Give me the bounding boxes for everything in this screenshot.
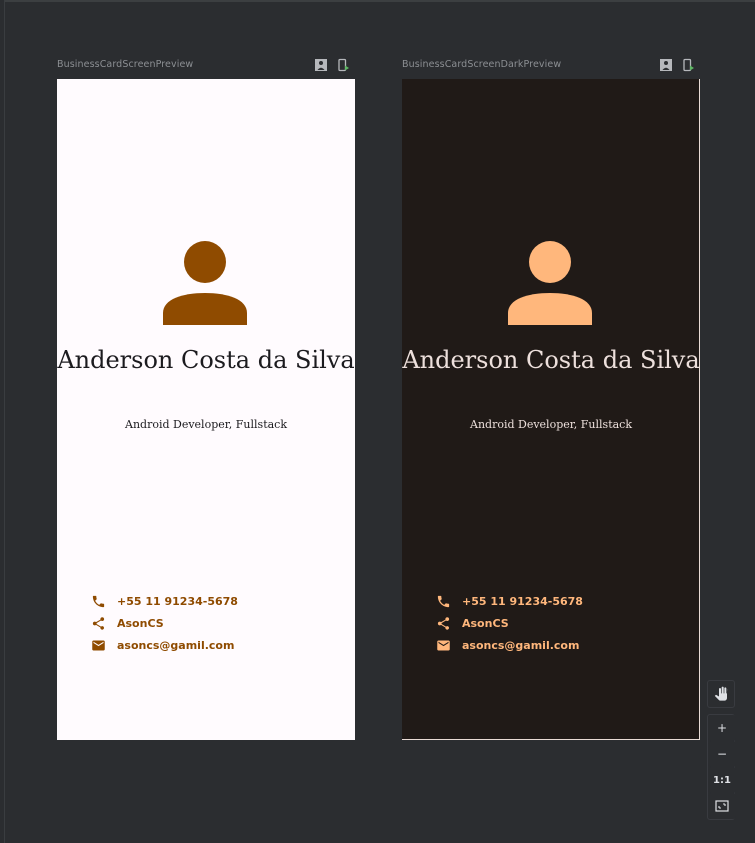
share-icon: [437, 616, 450, 630]
contact-share: AsonCS: [462, 616, 509, 630]
contact-email: asoncs@gamil.com: [117, 638, 235, 652]
zoom-controls: + − 1:1: [707, 714, 736, 820]
share-icon: [92, 616, 105, 630]
actual-size-button[interactable]: 1:1: [708, 767, 736, 793]
person-icon: [163, 241, 247, 325]
zoom-in-button[interactable]: +: [708, 715, 736, 741]
business-card-preview-light: Anderson Costa da Silva Android Develope…: [57, 79, 355, 740]
deploy-preview-icon[interactable]: [336, 58, 350, 72]
window-left-border: [0, 0, 5, 843]
contact-row-email: asoncs@gamil.com: [436, 634, 583, 656]
card-role: Android Developer, Fullstack: [125, 418, 287, 431]
email-icon: [92, 640, 105, 650]
preview-label-dark: BusinessCardScreenDarkPreview: [402, 59, 562, 70]
contact-phone: +55 11 91234-5678: [462, 594, 583, 608]
card-name: Anderson Costa da Silva: [57, 346, 355, 374]
contact-row-phone: +55 11 91234-5678: [91, 590, 238, 612]
phone-icon: [437, 595, 450, 607]
contact-share: AsonCS: [117, 616, 164, 630]
person-icon: [508, 241, 592, 325]
fit-screen-button[interactable]: [708, 793, 736, 819]
zoom-out-button[interactable]: −: [708, 741, 736, 767]
contact-phone: +55 11 91234-5678: [117, 594, 238, 608]
contact-row-share: AsonCS: [436, 612, 583, 634]
business-card-preview-dark: Anderson Costa da Silva Android Develope…: [402, 79, 700, 740]
pan-tool-button[interactable]: [707, 680, 735, 708]
animation-inspect-icon[interactable]: [314, 58, 328, 72]
window-top-border: [0, 0, 755, 2]
card-name: Anderson Costa da Silva: [402, 346, 700, 374]
card-role: Android Developer, Fullstack: [470, 418, 632, 431]
deploy-preview-icon[interactable]: [681, 58, 695, 72]
contact-list: +55 11 91234-5678 AsonCS asoncs@gamil.co…: [91, 590, 238, 656]
phone-icon: [92, 595, 105, 607]
animation-inspect-icon[interactable]: [659, 58, 673, 72]
contact-row-share: AsonCS: [91, 612, 238, 634]
fit-screen-icon: [715, 800, 729, 812]
contact-row-email: asoncs@gamil.com: [91, 634, 238, 656]
hand-icon: [714, 686, 729, 701]
contact-email: asoncs@gamil.com: [462, 638, 580, 652]
contact-list: +55 11 91234-5678 AsonCS asoncs@gamil.co…: [436, 590, 583, 656]
contact-row-phone: +55 11 91234-5678: [436, 590, 583, 612]
canvas-toolbar: + − 1:1: [707, 680, 736, 820]
preview-label-light: BusinessCardScreenPreview: [57, 59, 194, 70]
email-icon: [437, 640, 450, 650]
